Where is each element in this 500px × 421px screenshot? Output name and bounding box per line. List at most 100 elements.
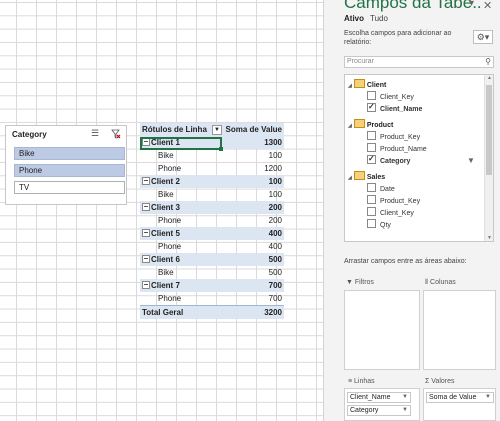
field-category[interactable]: Category — [367, 153, 410, 167]
pivot-category-row[interactable]: Phone 400 — [140, 240, 284, 253]
pivot-row-value: 100 — [268, 190, 282, 199]
pivot-row-value: 700 — [268, 281, 282, 290]
pivot-fields-pane: Campos da Tabe.. ▾ ✕ Ativo Tudo Escolha … — [323, 0, 500, 421]
rows-chip-client-name[interactable]: Client_Name ▼ — [347, 392, 411, 403]
pivot-client-row[interactable]: Client 2 100 — [140, 175, 284, 188]
collapse-icon[interactable] — [142, 281, 150, 289]
expand-icon[interactable]: ◢ — [348, 123, 352, 129]
field-product-name[interactable]: Product_Name — [367, 143, 427, 155]
pivot-grand-total-row[interactable]: Total Geral 3200 — [140, 305, 284, 319]
field-client-key[interactable]: Client_Key — [367, 207, 414, 219]
pivot-row-label: Bike — [158, 190, 174, 199]
values-area[interactable]: Soma de Value ▼ — [423, 388, 496, 421]
pivot-category-row[interactable]: Bike 500 — [140, 266, 284, 279]
field-table-product[interactable]: ◢ Product — [348, 119, 393, 131]
multi-select-icon[interactable]: ☰ — [91, 129, 101, 138]
pivot-row-value: 100 — [268, 151, 282, 160]
row-labels-header[interactable]: Rótulos de Linha — [142, 123, 207, 136]
category-slicer[interactable]: Category ☰ Bike Phone TV — [5, 125, 127, 205]
clear-filter-icon[interactable] — [111, 129, 121, 139]
collapse-icon[interactable] — [142, 229, 150, 237]
values-chip-sum-value[interactable]: Soma de Value ▼ — [426, 392, 494, 403]
rows-area-label: ≡ Linhas — [348, 378, 375, 385]
row-filter-icon[interactable]: ▼ — [212, 125, 222, 135]
gear-icon[interactable]: ⚙▾ — [473, 30, 493, 44]
slicer-item-tv[interactable]: TV — [14, 181, 125, 194]
pivot-row-value: 200 — [268, 216, 282, 225]
pivot-client-row[interactable]: Client 7 700 — [140, 279, 284, 292]
pivot-row-value: 100 — [268, 177, 282, 186]
pivot-client-row[interactable]: Client 5 400 — [140, 227, 284, 240]
field-filter-icon: ▼ — [467, 156, 475, 165]
pivot-category-row[interactable]: Phone 200 — [140, 214, 284, 227]
field-client-name[interactable]: Client_Name — [367, 101, 422, 115]
field-table-client[interactable]: ◢ Client — [348, 79, 386, 91]
field-checkbox[interactable] — [367, 195, 376, 204]
columns-area[interactable] — [423, 290, 496, 370]
field-table-sales[interactable]: ◢ Sales — [348, 171, 385, 183]
table-icon — [353, 79, 365, 88]
pivot-row-label: Phone — [158, 216, 182, 225]
table-icon — [353, 171, 365, 180]
pivot-row-label: Phone — [158, 294, 182, 303]
rows-chip-category[interactable]: Category ▼ — [347, 405, 411, 416]
tab-all[interactable]: Tudo — [370, 14, 388, 23]
pivot-row-value: 400 — [268, 229, 282, 238]
active-cell-cursor — [140, 137, 223, 151]
worksheet-grid[interactable]: Category ☰ Bike Phone TV Rótulos de Linh… — [0, 0, 323, 421]
pivot-row-value: 200 — [268, 203, 282, 212]
pivot-row-label: Client 2 — [142, 175, 180, 188]
pivot-row-value: 700 — [268, 294, 282, 303]
pivot-category-row[interactable]: Bike 100 — [140, 188, 284, 201]
collapse-icon[interactable] — [142, 203, 150, 211]
pivot-row-label: Bike — [158, 151, 174, 160]
field-checkbox[interactable] — [367, 153, 376, 165]
scrollbar[interactable]: ▲ ▼ — [484, 75, 493, 241]
pivot-row-value: 500 — [268, 255, 282, 264]
search-placeholder: Procurar — [347, 58, 374, 65]
pivot-category-row[interactable]: Phone 1200 — [140, 162, 284, 175]
search-input[interactable]: Procurar ⚲ — [344, 56, 494, 68]
pivot-header-row: Rótulos de Linha ▼ Soma de Value — [140, 123, 284, 137]
search-icon: ⚲ — [485, 57, 491, 66]
slicer-item-phone[interactable]: Phone — [14, 164, 125, 177]
field-checkbox[interactable] — [367, 219, 376, 228]
field-checkbox[interactable] — [367, 143, 376, 152]
pivot-category-row[interactable]: Bike 100 — [140, 149, 284, 162]
grand-total-label: Total Geral — [142, 308, 184, 317]
slicer-item-bike[interactable]: Bike — [14, 147, 125, 160]
field-checkbox[interactable] — [367, 207, 376, 216]
pivot-row-label: Phone — [158, 164, 182, 173]
values-area-label: Σ Valores — [425, 378, 455, 385]
values-header: Soma de Value — [225, 125, 282, 134]
pivot-client-row[interactable]: Client 6 500 — [140, 253, 284, 266]
pivot-client-row[interactable]: Client 3 200 — [140, 201, 284, 214]
field-product-key[interactable]: Product_Key — [367, 131, 420, 143]
expand-icon[interactable]: ◢ — [348, 83, 352, 89]
filters-area[interactable] — [344, 290, 420, 370]
pivot-row-label: Client 3 — [142, 201, 180, 214]
filters-area-label: ▼ Filtros — [346, 279, 374, 286]
tab-active[interactable]: Ativo — [344, 14, 364, 23]
field-qty[interactable]: Qty — [367, 219, 391, 231]
expand-icon[interactable]: ◢ — [348, 175, 352, 181]
field-checkbox[interactable] — [367, 91, 376, 100]
field-product-key[interactable]: Product_Key — [367, 195, 420, 207]
field-checkbox[interactable] — [367, 183, 376, 192]
field-list[interactable]: ▲ ▼ ◢ClientClient_KeyClient_Name◢Product… — [344, 74, 494, 242]
columns-area-label: ⦀ Colunas — [425, 279, 456, 286]
field-checkbox[interactable] — [367, 131, 376, 140]
field-checkbox[interactable] — [367, 101, 376, 113]
rows-area[interactable]: Client_Name ▼ Category ▼ — [344, 388, 420, 421]
pivot-row-label: Client 6 — [142, 253, 180, 266]
drag-hint: Arrastar campos entre as áreas abaixo: — [344, 258, 467, 265]
collapse-icon[interactable] — [142, 177, 150, 185]
grand-total-value: 3200 — [264, 308, 282, 317]
pivot-row-label: Bike — [158, 268, 174, 277]
field-date[interactable]: Date — [367, 183, 395, 195]
pivot-row-value: 400 — [268, 242, 282, 251]
pivot-category-row[interactable]: Phone 700 — [140, 292, 284, 305]
close-icon[interactable]: ✕ — [483, 0, 492, 12]
collapse-icon[interactable] — [142, 255, 150, 263]
pane-options-icon[interactable]: ▾ — [469, 0, 474, 9]
